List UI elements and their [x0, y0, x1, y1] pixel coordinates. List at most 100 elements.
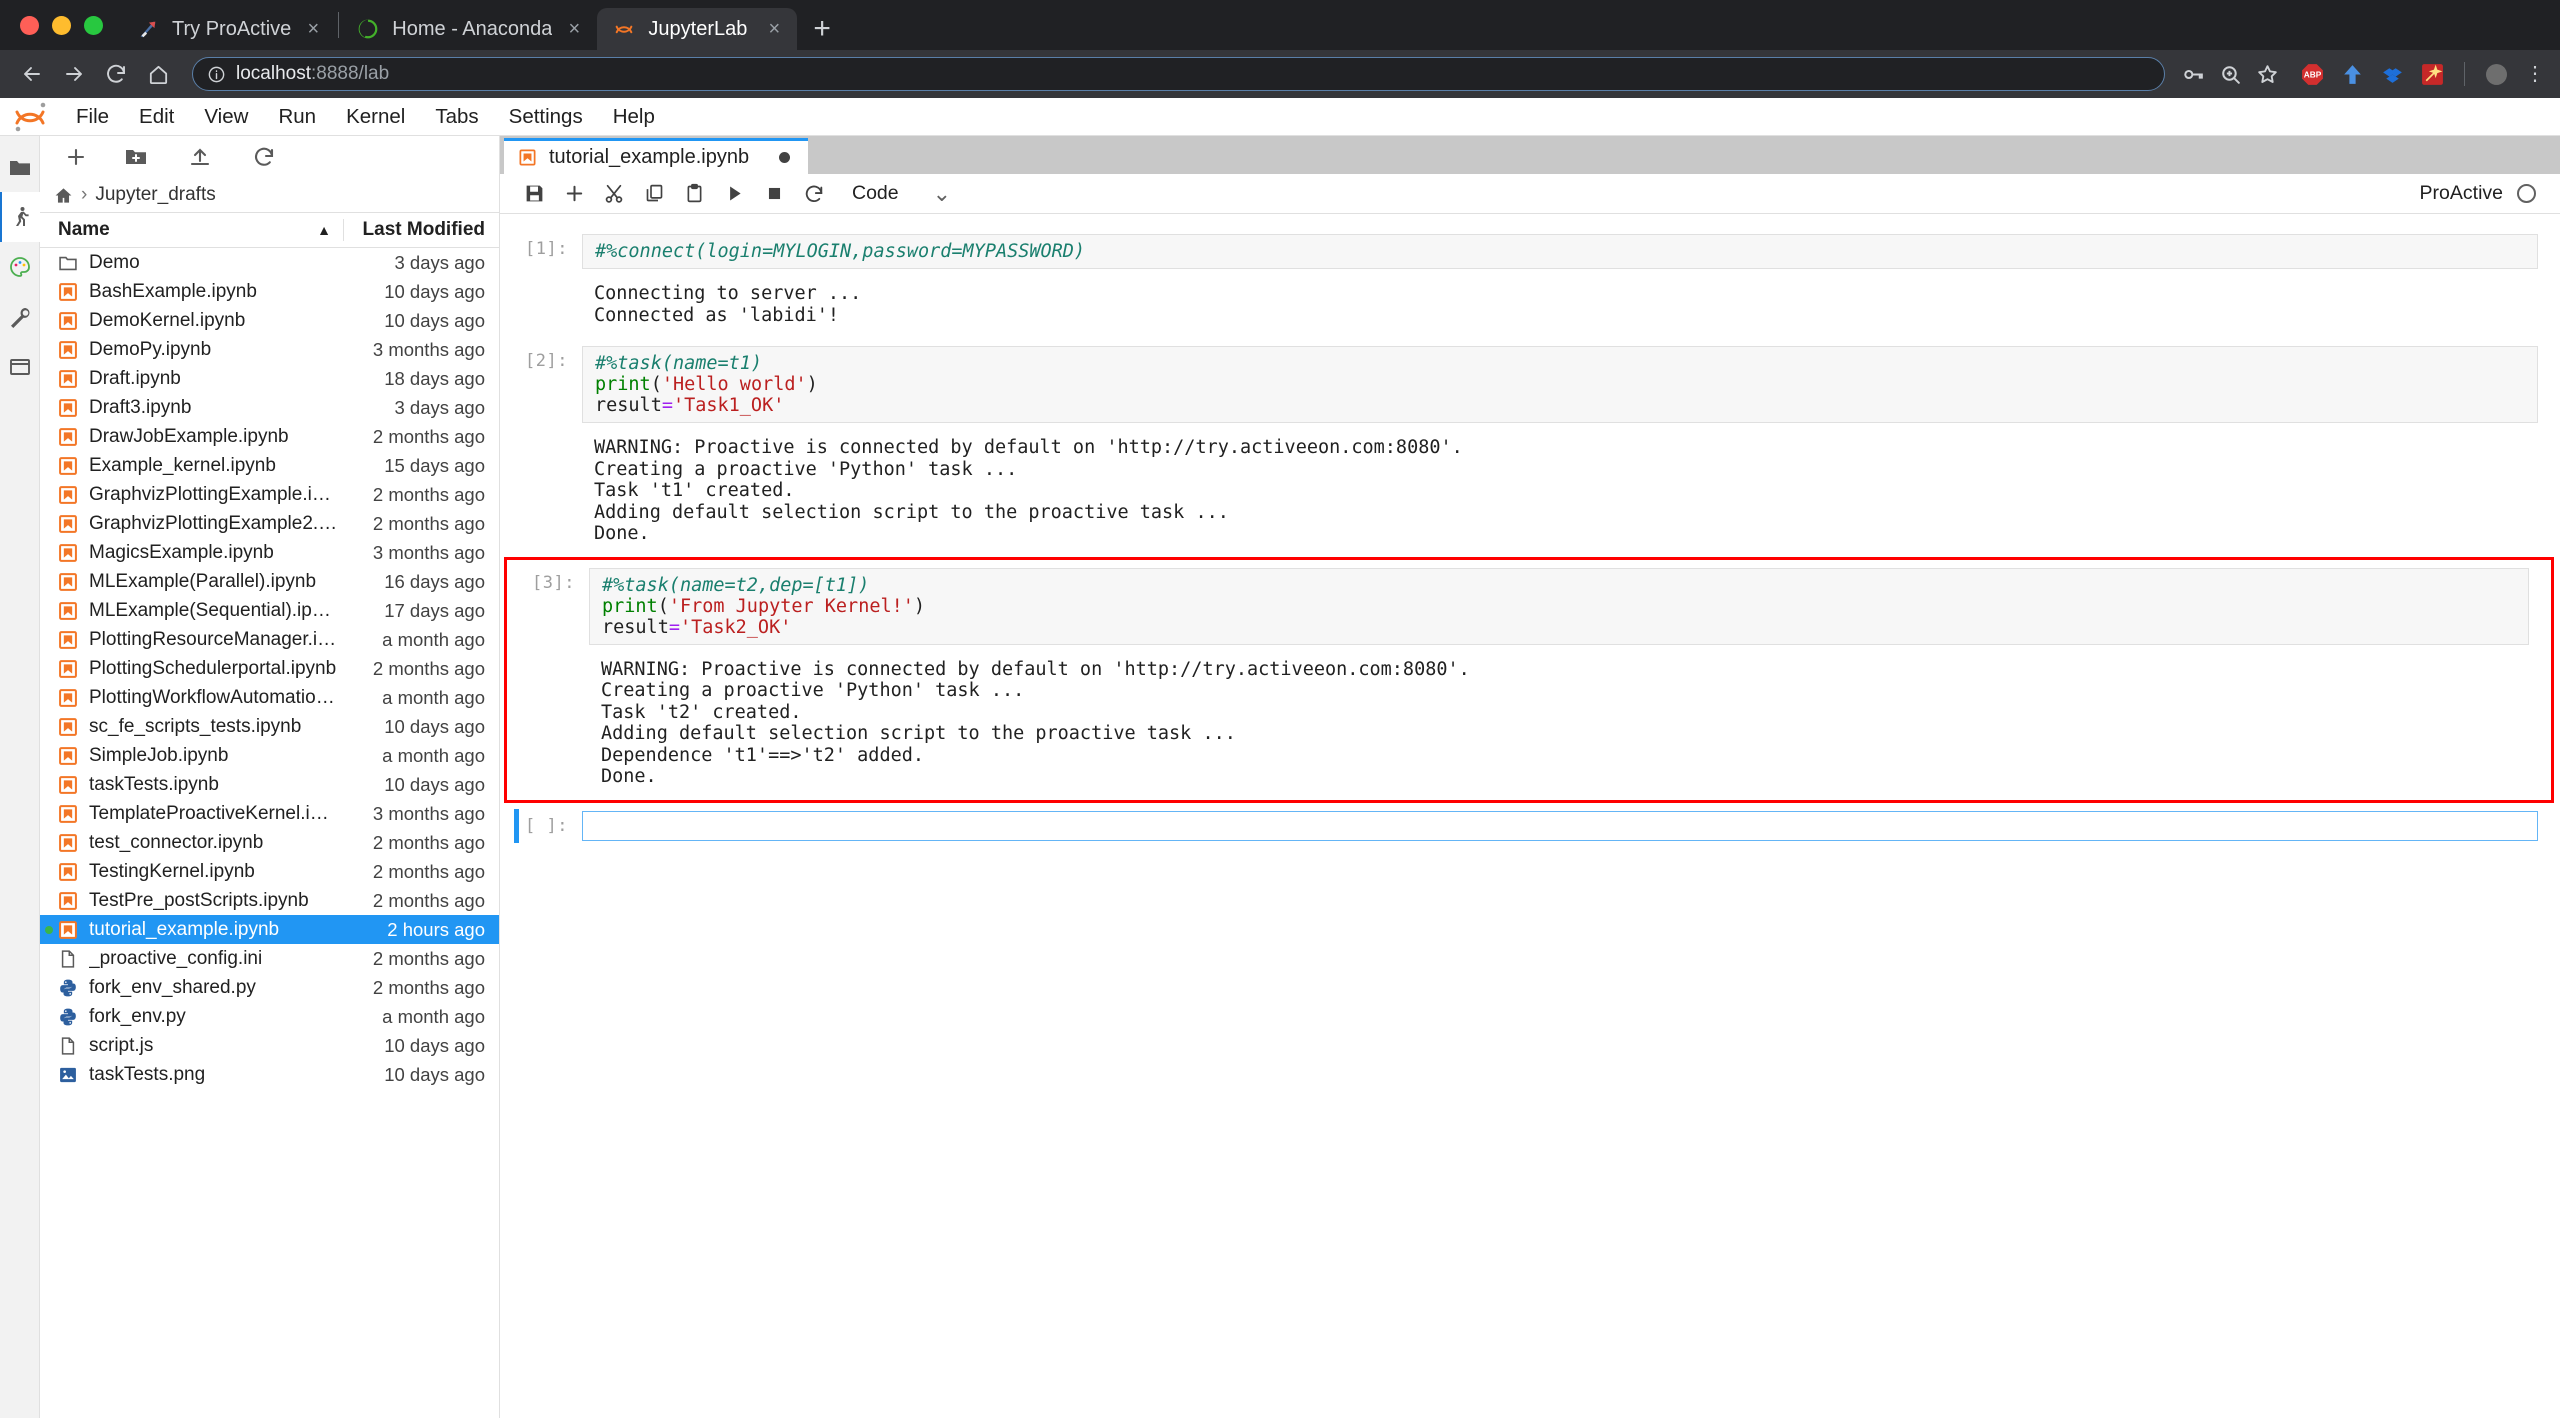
menu-settings[interactable]: Settings [495, 100, 597, 134]
address-bar[interactable]: localhost:8888/lab [192, 57, 2165, 91]
sidebar-item-commands[interactable] [0, 242, 40, 292]
cell-input-editor[interactable] [582, 810, 2538, 841]
file-list-item[interactable]: MLExample(Parallel).ipynb 16 days ago [40, 567, 499, 596]
notebook-tab-tutorial-example[interactable]: tutorial_example.ipynb [504, 138, 809, 174]
window-traffic-lights[interactable] [14, 0, 121, 50]
file-list-item[interactable]: fork_env_shared.py 2 months ago [40, 973, 499, 1002]
file-list-item[interactable]: TestPre_postScripts.ipynb 2 months ago [40, 886, 499, 915]
browser-menu-icon[interactable]: ⋮ [2524, 63, 2546, 84]
browser-tab-anaconda[interactable]: Home - Anaconda × [341, 8, 597, 50]
file-list-item[interactable]: DemoKernel.ipynb 10 days ago [40, 306, 499, 335]
file-list-item[interactable]: Draft.ipynb 18 days ago [40, 364, 499, 393]
cell-input-editor[interactable]: #%task(name=t2,dep=[t1]) print('From Jup… [589, 567, 2529, 645]
notebook-cell-area[interactable]: [1]: #%connect(login=MYLOGIN,password=MYP… [500, 214, 2560, 1418]
file-list-item[interactable]: MLExample(Sequential).ipynb 17 days ago [40, 596, 499, 625]
menu-file[interactable]: File [62, 100, 123, 134]
close-icon[interactable]: × [765, 18, 783, 41]
dropbox-icon[interactable] [2380, 62, 2405, 87]
run-icon[interactable] [714, 176, 754, 212]
home-icon[interactable] [140, 56, 176, 92]
sidebar-item-file-browser[interactable] [0, 142, 40, 192]
paste-icon[interactable] [674, 176, 714, 212]
cell-input-editor[interactable]: #%task(name=t1) print('Hello world') res… [582, 346, 2538, 423]
avatar-icon[interactable] [2484, 62, 2509, 87]
upload-icon[interactable] [168, 137, 232, 177]
key-icon[interactable] [2181, 62, 2206, 87]
cell-type-dropdown[interactable]: Code ⌄ [852, 181, 951, 207]
file-list-item[interactable]: PlottingWorkflowAutomation… a month ago [40, 683, 499, 712]
home-icon[interactable] [54, 186, 73, 205]
new-folder-icon[interactable] [104, 137, 168, 177]
maximize-window-button[interactable] [84, 15, 103, 35]
menu-help[interactable]: Help [599, 100, 669, 134]
menu-tabs[interactable]: Tabs [421, 100, 492, 134]
sidebar-item-tools[interactable] [0, 292, 40, 342]
cell-execution-count: [ ]: [525, 815, 568, 836]
column-header-last-modified[interactable]: Last Modified [344, 219, 499, 241]
insert-cell-icon[interactable] [554, 176, 594, 212]
file-list-item[interactable]: BashExample.ipynb 10 days ago [40, 277, 499, 306]
close-window-button[interactable] [20, 15, 39, 35]
file-list-item[interactable]: sc_fe_scripts_tests.ipynb 10 days ago [40, 712, 499, 741]
adblock-icon[interactable]: ABP [2300, 62, 2325, 87]
sidebar-item-running[interactable] [0, 192, 40, 242]
new-tab-button[interactable]: + [797, 8, 847, 50]
file-list-item[interactable]: TemplateProactiveKernel.ipy… 3 months ago [40, 799, 499, 828]
browser-tab-try-proactive[interactable]: Try ProActive × [121, 8, 336, 50]
menu-view[interactable]: View [190, 100, 262, 134]
file-list-item[interactable]: tutorial_example.ipynb 2 hours ago [40, 915, 499, 944]
file-list-item[interactable]: DemoPy.ipynb 3 months ago [40, 335, 499, 364]
zoom-icon[interactable] [2218, 62, 2243, 87]
file-list-item[interactable]: PlottingSchedulerportal.ipynb 2 months ag… [40, 654, 499, 683]
bookmark-star-icon[interactable] [2255, 62, 2280, 87]
file-list-item[interactable]: Example_kernel.ipynb 15 days ago [40, 451, 499, 480]
file-list[interactable]: Demo 3 days ago BashExample.ipynb 10 days a… [40, 248, 499, 1418]
file-list-item[interactable]: test_connector.ipynb 2 months ago [40, 828, 499, 857]
file-list-item[interactable]: PlottingResourceManager.ip… a month ago [40, 625, 499, 654]
file-list-item[interactable]: SimpleJob.ipynb a month ago [40, 741, 499, 770]
cut-icon[interactable] [594, 176, 634, 212]
unsaved-changes-indicator[interactable] [779, 152, 791, 163]
cell-input-editor[interactable]: #%connect(login=MYLOGIN,password=MYPASSW… [582, 234, 2538, 269]
notebook-cell[interactable]: [1]: #%connect(login=MYLOGIN,password=MYP… [500, 226, 2560, 338]
file-name: tutorial_example.ipynb [89, 918, 280, 940]
menu-run[interactable]: Run [264, 100, 330, 134]
close-icon[interactable]: × [304, 18, 322, 41]
file-list-item[interactable]: taskTests.png 10 days ago [40, 1060, 499, 1089]
menu-edit[interactable]: Edit [125, 100, 188, 134]
menu-kernel[interactable]: Kernel [332, 100, 419, 134]
notebook-cell[interactable]: [2]: #%task(name=t1) print('Hello world')… [500, 338, 2560, 557]
stop-icon[interactable] [754, 176, 794, 212]
save-icon[interactable] [514, 176, 554, 212]
kernel-status-indicator[interactable] [2517, 184, 2536, 203]
breadcrumb[interactable]: › Jupyter_drafts [40, 178, 499, 212]
refresh-icon[interactable] [232, 137, 296, 177]
back-icon[interactable] [14, 56, 50, 92]
file-list-item[interactable]: TestingKernel.ipynb 2 months ago [40, 857, 499, 886]
file-list-item[interactable]: taskTests.ipynb 10 days ago [40, 770, 499, 799]
file-list-item[interactable]: Draft3.ipynb 3 days ago [40, 393, 499, 422]
file-list-item[interactable]: GraphvizPlottingExample2.ip… 2 months ago [40, 509, 499, 538]
dropbox-upload-icon[interactable] [2340, 62, 2365, 87]
column-header-name[interactable]: Name ▲ [40, 219, 344, 241]
reload-icon[interactable] [98, 56, 134, 92]
restart-kernel-icon[interactable] [794, 176, 834, 212]
file-list-item[interactable]: Demo 3 days ago [40, 248, 499, 277]
minimize-window-button[interactable] [52, 15, 71, 35]
new-launcher-icon[interactable] [48, 137, 104, 177]
file-list-item[interactable]: script.js 10 days ago [40, 1031, 499, 1060]
browser-tab-jupyterlab[interactable]: JupyterLab × [597, 8, 798, 50]
file-list-item[interactable]: DrawJobExample.ipynb 2 months ago [40, 422, 499, 451]
file-list-item[interactable]: MagicsExample.ipynb 3 months ago [40, 538, 499, 567]
sidebar-item-open-tabs[interactable] [0, 342, 40, 392]
forward-icon[interactable] [56, 56, 92, 92]
close-icon[interactable]: × [565, 18, 583, 41]
file-list-item[interactable]: fork_env.py a month ago [40, 1002, 499, 1031]
notebook-cell[interactable]: [ ]: [500, 803, 2560, 849]
notebook-cell[interactable]: [3]: #%task(name=t2,dep=[t1]) print('From… [504, 556, 2554, 803]
file-list-item[interactable]: GraphvizPlottingExample.ipy… 2 months ago [40, 480, 499, 509]
wand-icon[interactable] [2420, 62, 2445, 87]
copy-icon[interactable] [634, 176, 674, 212]
file-list-item[interactable]: _proactive_config.ini 2 months ago [40, 944, 499, 973]
breadcrumb-path[interactable]: Jupyter_drafts [95, 184, 215, 206]
